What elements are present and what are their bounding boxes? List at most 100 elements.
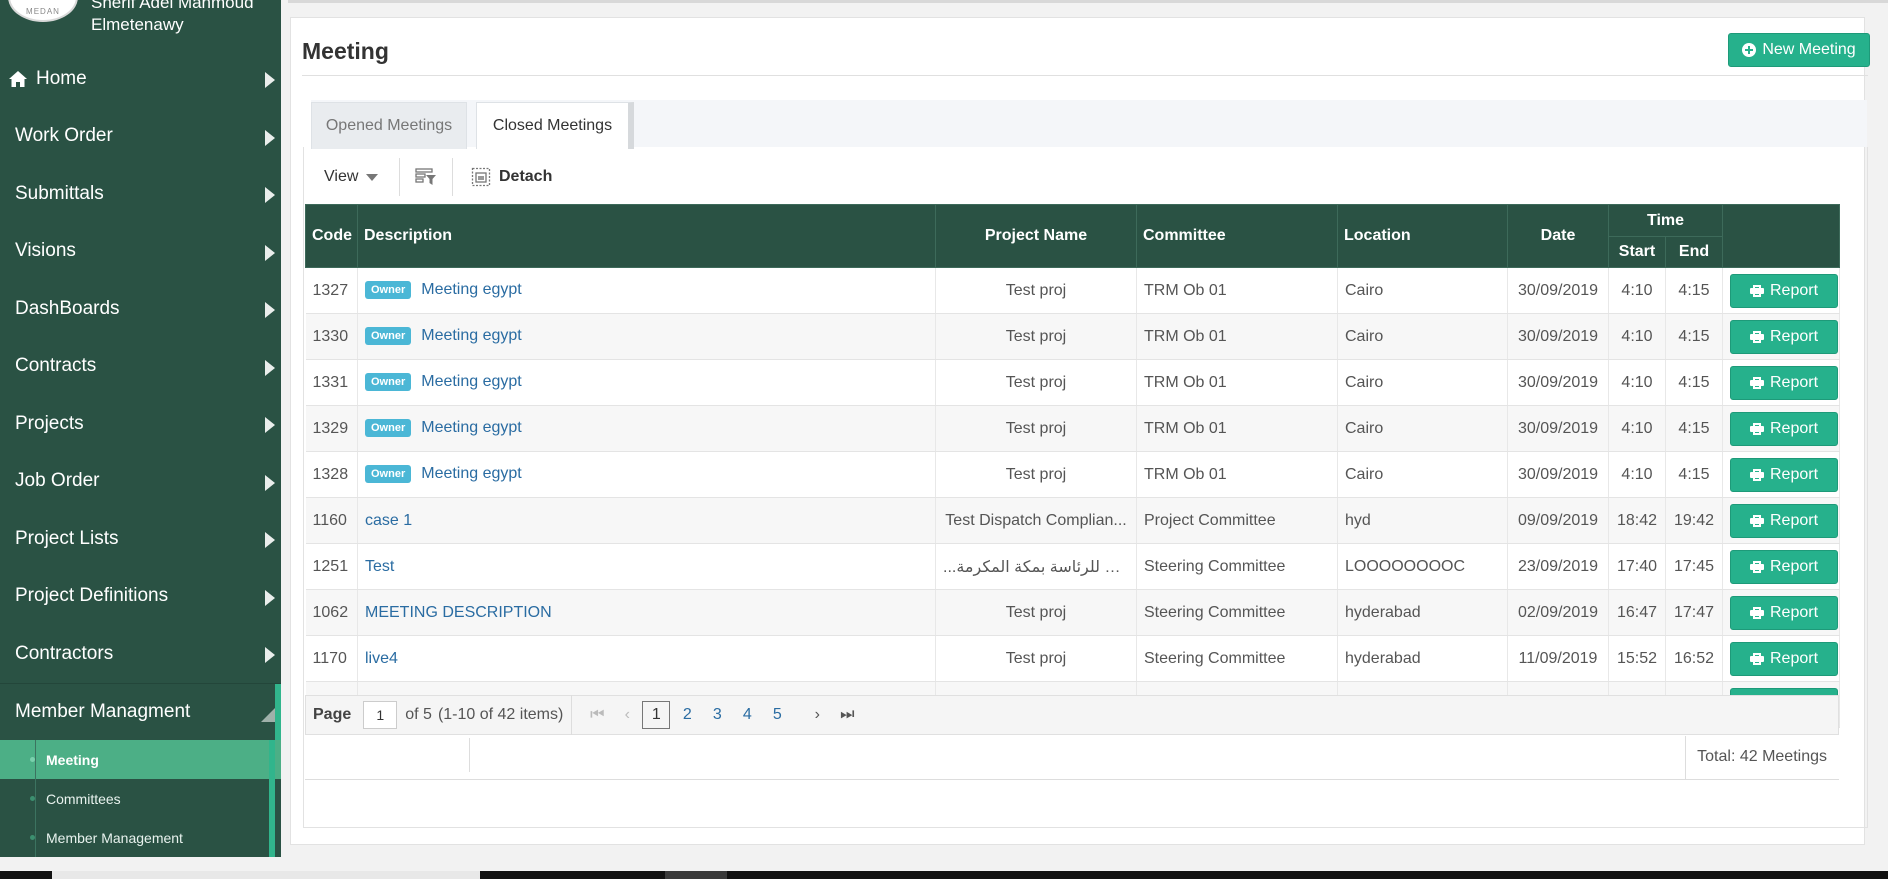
printer-icon: [1749, 284, 1764, 297]
table-row[interactable]: 1062 MEETING DESCRIPTION Test proj Steering…: [305, 589, 1840, 636]
table-row[interactable]: 1251 Test ...افق التابعة للرئاسة بمكة المك…: [305, 543, 1840, 590]
cell-end: 19:42: [1665, 497, 1723, 544]
report-label: Report: [1769, 557, 1819, 575]
table-row[interactable]: 1330 Owner Meeting egypt Test proj TRM Ob 01…: [305, 313, 1840, 360]
meeting-description-link[interactable]: Meeting egypt: [421, 328, 522, 345]
prev-page-icon[interactable]: ‹: [612, 706, 642, 724]
page-4-button[interactable]: 4: [732, 706, 762, 724]
report-label: Report: [1769, 465, 1819, 483]
col-header-description[interactable]: Description: [357, 204, 936, 268]
sidebar-item-member-managment[interactable]: Member Managment: [0, 682, 281, 740]
table-row[interactable]: 1328 Owner Meeting egypt Test proj TRM Ob 01…: [305, 451, 1840, 498]
cell-start: 4:10: [1608, 267, 1666, 314]
printer-icon: [1749, 652, 1764, 665]
report-button[interactable]: Report: [1730, 457, 1838, 492]
table-row[interactable]: 1327 Owner Meeting egypt Test proj TRM Ob 01…: [305, 267, 1840, 314]
report-label: Report: [1769, 281, 1819, 299]
logo-text: MEDAN: [26, 7, 60, 16]
meeting-description-link[interactable]: Test: [365, 558, 394, 575]
table-row[interactable]: 1170 live4 Test proj Steering Committee hyde…: [305, 635, 1840, 682]
sidebar-subitem-label: Member Management: [46, 829, 183, 846]
report-button[interactable]: Report: [1730, 411, 1838, 446]
report-button[interactable]: Report: [1730, 319, 1838, 354]
meeting-description-link[interactable]: case 1: [365, 512, 412, 529]
chevron-right-icon: [265, 187, 275, 203]
col-header-project-name[interactable]: Project Name: [935, 204, 1137, 268]
table-row[interactable]: 1160 case 1 Test Dispatch Complian... Proje…: [305, 497, 1840, 544]
avatar[interactable]: MEDAN: [8, 0, 78, 22]
page-1-button[interactable]: 1: [642, 701, 671, 729]
report-button[interactable]: Report: [1730, 549, 1838, 584]
col-header-date[interactable]: Date: [1507, 204, 1609, 268]
sidebar-subitem-member-management[interactable]: Member Management: [0, 818, 281, 857]
table-row[interactable]: 1329 Owner Meeting egypt Test proj TRM Ob 01…: [305, 405, 1840, 452]
cell-end: 4:15: [1665, 313, 1723, 360]
bullet-icon: [30, 796, 35, 801]
detach-button[interactable]: Detach: [453, 167, 552, 187]
col-header-start[interactable]: Start: [1608, 236, 1666, 268]
sidebar-item-home[interactable]: Home: [0, 50, 281, 108]
next-page-icon[interactable]: ›: [802, 706, 832, 724]
cell-end: 16:52: [1665, 635, 1723, 682]
cell-start: 18:42: [1608, 497, 1666, 544]
meeting-description-link[interactable]: live4: [365, 650, 398, 667]
cell-committee: TRM Ob 01: [1136, 313, 1338, 360]
cell-actions: Report: [1722, 451, 1840, 498]
meeting-description-link[interactable]: Meeting egypt: [421, 282, 522, 299]
tab-opened-meetings[interactable]: Opened Meetings: [311, 102, 467, 149]
report-button[interactable]: Report: [1730, 273, 1838, 308]
view-dropdown[interactable]: View: [314, 168, 399, 186]
report-button[interactable]: Report: [1730, 641, 1838, 676]
cell-date: 23/09/2019: [1507, 543, 1609, 590]
cell-code: 1251: [305, 543, 358, 590]
meeting-description-link[interactable]: MEETING DESCRIPTION: [365, 604, 552, 621]
col-header-location[interactable]: Location: [1337, 204, 1508, 268]
sidebar-item-job-order[interactable]: Job Order: [0, 453, 281, 511]
sidebar-item-project-definitions[interactable]: Project Definitions: [0, 568, 281, 626]
meeting-description-link[interactable]: Meeting egypt: [421, 466, 522, 483]
cell-location: hyderabad: [1337, 635, 1508, 682]
owner-badge: Owner: [365, 281, 412, 300]
cell-description: live4: [357, 635, 936, 682]
sidebar-item-projects[interactable]: Projects: [0, 395, 281, 453]
report-button[interactable]: Report: [1730, 365, 1838, 400]
tab-closed-meetings[interactable]: Closed Meetings: [476, 102, 634, 149]
page-2-button[interactable]: 2: [672, 706, 702, 724]
filter-button[interactable]: [400, 167, 452, 187]
page-number-input[interactable]: [363, 701, 398, 729]
subnav-line: [35, 779, 36, 818]
cell-code: 1330: [305, 313, 358, 360]
last-page-icon[interactable]: ⏭: [832, 706, 862, 724]
printer-icon: [1749, 560, 1764, 573]
sidebar-item-visions[interactable]: Visions: [0, 223, 281, 281]
user-name-line1: Sherif Adel Mahmoud: [91, 0, 254, 12]
taskbar-segment: [52, 871, 480, 879]
cell-description: Owner Meeting egypt: [357, 451, 936, 498]
sidebar-item-work-order[interactable]: Work Order: [0, 108, 281, 166]
sidebar-item-dashboards[interactable]: DashBoards: [0, 280, 281, 338]
report-button[interactable]: Report: [1730, 595, 1838, 630]
col-header-committee[interactable]: Committee: [1136, 204, 1338, 268]
report-button[interactable]: Report: [1730, 503, 1838, 538]
cell-code: 1329: [305, 405, 358, 452]
sidebar-item-submittals[interactable]: Submittals: [0, 165, 281, 223]
cell-actions: Report: [1722, 313, 1840, 360]
sidebar-item-project-lists[interactable]: Project Lists: [0, 510, 281, 568]
first-page-icon[interactable]: ⏮: [582, 706, 612, 724]
col-header-end[interactable]: End: [1665, 236, 1723, 268]
cell-end: 4:15: [1665, 405, 1723, 452]
printer-icon: [1749, 468, 1764, 481]
meeting-description-link[interactable]: Meeting egypt: [421, 420, 522, 437]
chevron-right-icon: [265, 302, 275, 318]
page-3-button[interactable]: 3: [702, 706, 732, 724]
sidebar-subitem-meeting[interactable]: Meeting: [0, 740, 281, 779]
sidebar-item-contracts[interactable]: Contracts: [0, 338, 281, 396]
sidebar-item-contractors[interactable]: Contractors: [0, 625, 281, 683]
sidebar-subitem-committees[interactable]: Committees: [0, 779, 281, 818]
chevron-right-icon: [265, 417, 275, 433]
new-meeting-button[interactable]: New Meeting: [1728, 33, 1870, 67]
meeting-description-link[interactable]: Meeting egypt: [421, 374, 522, 391]
table-row[interactable]: 1331 Owner Meeting egypt Test proj TRM Ob 01…: [305, 359, 1840, 406]
col-header-code[interactable]: Code: [305, 204, 358, 268]
page-5-button[interactable]: 5: [762, 706, 792, 724]
